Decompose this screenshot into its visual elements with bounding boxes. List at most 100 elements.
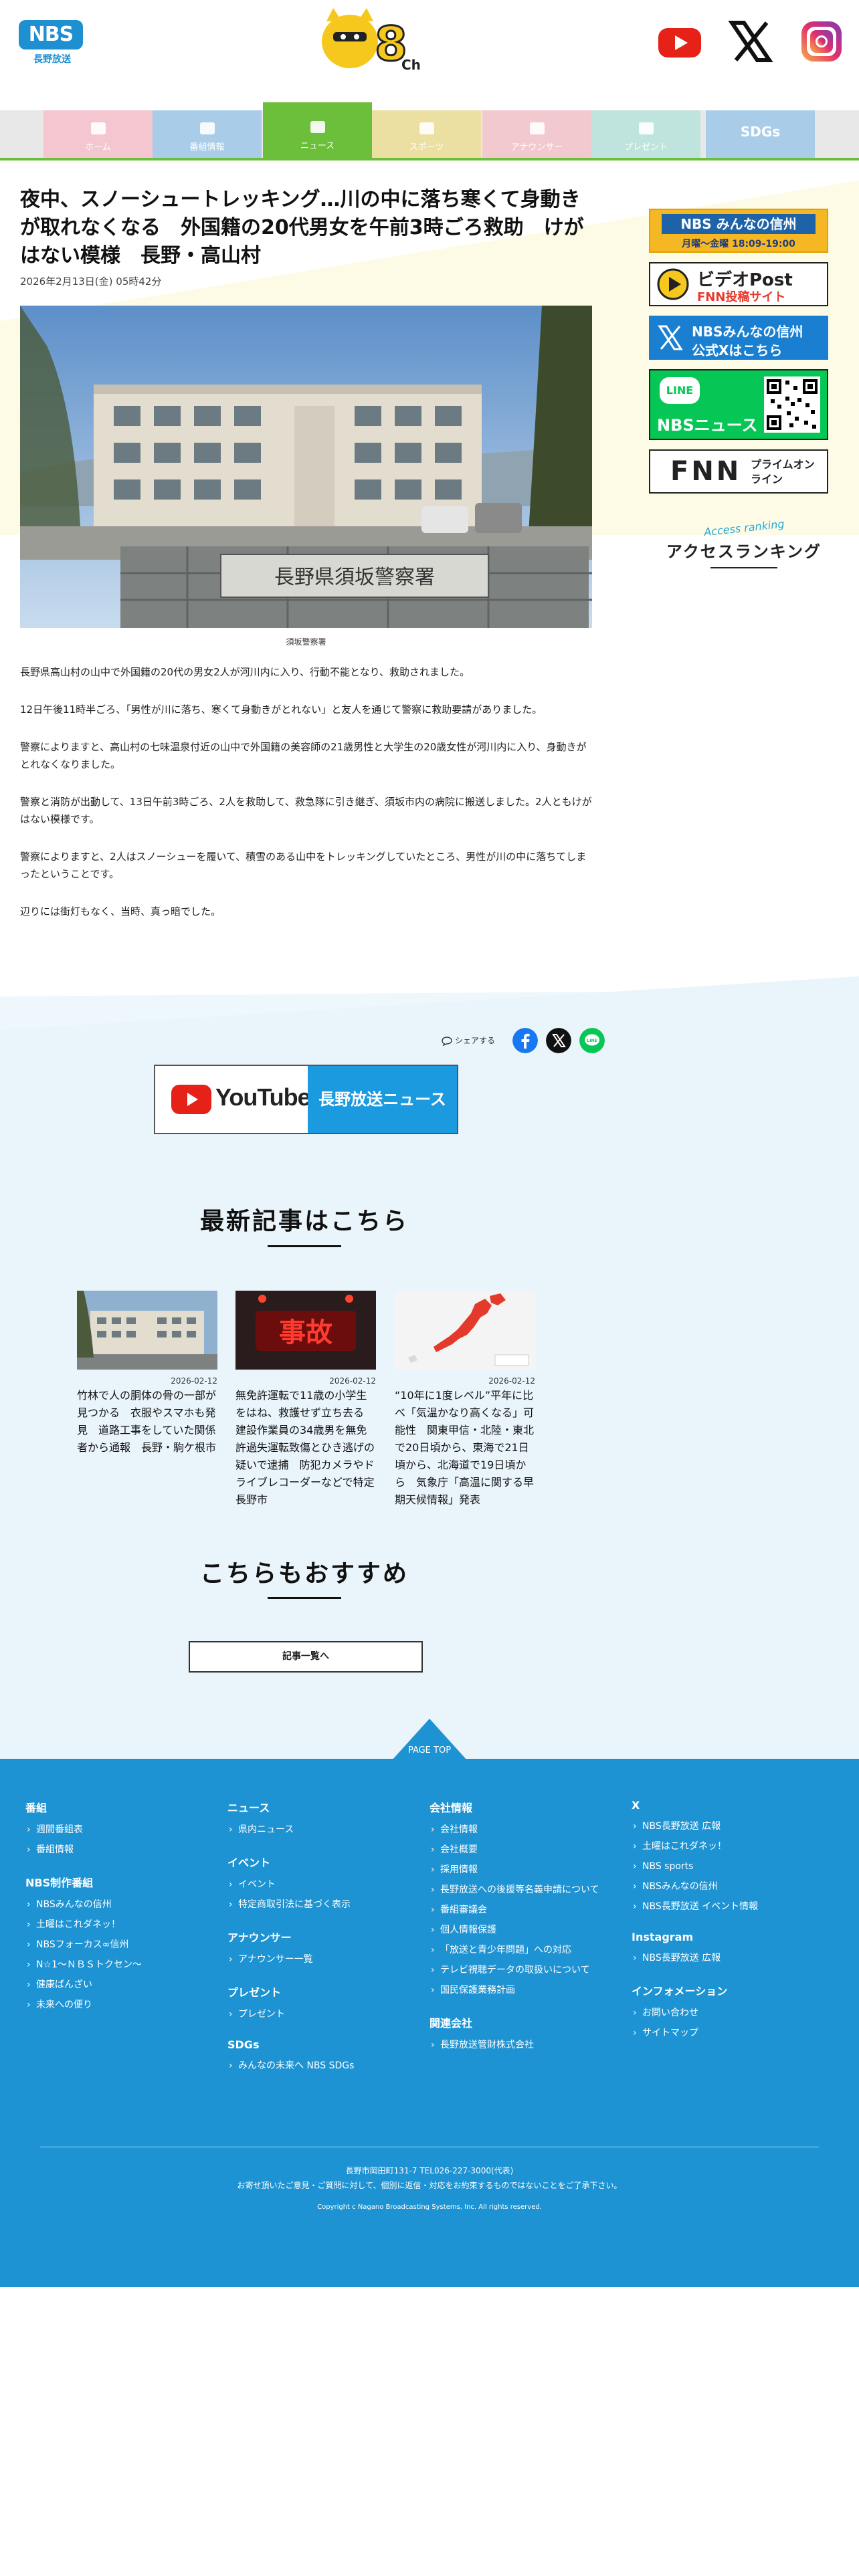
footer-heading[interactable]: ニュース	[227, 1799, 415, 1815]
logo-subtitle: 長野放送	[33, 54, 71, 65]
footer-link[interactable]: テレビ視聴データの取扱いについて	[430, 1963, 617, 1977]
footer-heading[interactable]: Instagram	[632, 1931, 819, 1943]
footer-link[interactable]: アナウンサー一覧	[227, 1953, 415, 1966]
share-bar: シェアする LINE	[442, 1028, 609, 1055]
footer-link[interactable]: 県内ニュース	[227, 1823, 415, 1836]
article-photo: 長野県須坂警察署	[20, 306, 592, 628]
announcer-icon	[527, 120, 547, 137]
nav-item[interactable]: スポーツ	[372, 110, 481, 158]
footer-col-3: 会社情報会社情報会社概要採用情報長野放送への後援等名義申請について番組審議会個人…	[430, 1799, 617, 2058]
latest-card[interactable]: 2026-02-12 “10年に1度レベル”平年に比べ「気温かなり高くなる」可能…	[395, 1291, 535, 1509]
latest-card[interactable]: 2026-02-12 竹林で人の胴体の骨の一部が見つかる 衣服やスマホも発見 道…	[77, 1291, 217, 1457]
address-text: 長野市岡田町131-7 TEL026-227-3000(代表)	[345, 2166, 514, 2175]
main-nav: ホーム 番組情報 ニュース スポーツ アナウンサー プレゼント SDGs	[0, 102, 859, 160]
footer-link[interactable]: 土曜はこれダネッ！	[632, 1840, 819, 1853]
footer-heading[interactable]: インフォメーション	[632, 1982, 819, 1998]
nav-item-label: ニュース	[300, 141, 335, 151]
footer-link[interactable]: 土曜はこれダネッ！	[25, 1918, 213, 1931]
footer-link[interactable]: 会社情報	[430, 1823, 617, 1836]
banner-minna-no-shinshu[interactable]: NBS みんなの信州 月曜～金曜 18:09-19:00	[649, 209, 828, 253]
footer-link[interactable]: 長野放送管財株式会社	[430, 2038, 617, 2052]
nav-item[interactable]: アナウンサー	[482, 110, 591, 158]
svg-text:LINE: LINE	[587, 1039, 597, 1043]
8ch-mascot-logo[interactable]: 8 Ch	[313, 8, 420, 72]
x-icon[interactable]	[727, 20, 775, 63]
article-list-button[interactable]: 記事一覧へ	[189, 1641, 423, 1673]
card-date: 2026-02-12	[488, 1376, 535, 1386]
footer-heading[interactable]: NBS制作番組	[25, 1874, 213, 1890]
nbs-logo[interactable]: NBS 長野放送	[19, 20, 86, 65]
sports-icon	[417, 120, 437, 137]
footer-link[interactable]: 未来への便り	[25, 1998, 213, 2012]
footer-link[interactable]: NBS sports	[632, 1860, 819, 1873]
banner-line2: 月曜～金曜 18:09-19:00	[682, 239, 795, 249]
footer-link[interactable]: 週間番組表	[25, 1823, 213, 1836]
footer-link[interactable]: 長野放送への後援等名義申請について	[430, 1883, 617, 1897]
banner-line2: NBSニュース	[657, 416, 758, 435]
footer-link[interactable]: プレゼント	[227, 2008, 415, 2021]
line-logo: LINE	[660, 377, 700, 404]
footer-heading[interactable]: 番組	[25, 1799, 213, 1815]
x-share-icon[interactable]	[546, 1028, 571, 1053]
instagram-icon[interactable]	[797, 20, 846, 63]
footer-link[interactable]: イベント	[227, 1878, 415, 1891]
line-share-icon[interactable]: LINE	[579, 1028, 605, 1053]
nav-item[interactable]: プレゼント	[591, 110, 700, 158]
nav-item[interactable]: ホーム	[43, 110, 153, 158]
tv-icon	[197, 120, 217, 137]
footer-link[interactable]: NBSみんなの信州	[25, 1898, 213, 1911]
banner-fnn-prime[interactable]: FNN プライムオンライン	[649, 449, 828, 494]
nav-item[interactable]: ニュース	[263, 102, 372, 158]
footer-link[interactable]: NBS長野放送 広報	[632, 1951, 819, 1965]
footer-link[interactable]: NBS長野放送 イベント情報	[632, 1900, 819, 1913]
footer-heading[interactable]: プレゼント	[227, 1983, 415, 2000]
qr-code	[764, 377, 820, 433]
banner-line2: FNN投稿サイト	[697, 290, 786, 304]
page-top-label: PAGE TOP	[407, 1745, 452, 1755]
page-top-button[interactable]: PAGE TOP	[392, 1719, 467, 1760]
footer-link[interactable]: サイトマップ	[632, 2026, 819, 2040]
latest-card[interactable]: 事故 2026-02-12 無免許運転で11歳の小学生をはね、救護せず立ち去る …	[235, 1291, 385, 1509]
nav-item[interactable]: 番組情報	[153, 110, 262, 158]
banner-video-post[interactable]: ビデオPost FNN投稿サイト	[649, 262, 828, 306]
banner-line-nbs-news[interactable]: LINE NBSニュース	[649, 369, 828, 440]
svg-text:事故: 事故	[279, 1317, 332, 1348]
footer-col-2: ニュース県内ニュースイベントイベント特定商取引法に基づく表示アナウンサーアナウン…	[227, 1799, 415, 2079]
footer-link[interactable]: NBSみんなの信州	[632, 1880, 819, 1893]
footer-link[interactable]: 採用情報	[430, 1863, 617, 1876]
facebook-share-icon[interactable]	[512, 1028, 538, 1053]
nav-item-label: 番組情報	[189, 142, 225, 152]
footer-link[interactable]: NBSフォーカス∞信州	[25, 1938, 213, 1951]
footer-link[interactable]: 番組情報	[25, 1843, 213, 1856]
footer-link[interactable]: お問い合わせ	[632, 2006, 819, 2020]
banner-line1: FNN	[670, 456, 742, 487]
footer-link[interactable]: 国民保護業務計画	[430, 1983, 617, 1997]
nav-item-label: ホーム	[85, 142, 111, 152]
footer-link[interactable]: N☆1～ＮＢＳトクセン～	[25, 1958, 213, 1971]
footer-link[interactable]: 特定商取引法に基づく表示	[227, 1898, 415, 1911]
footer-heading[interactable]: SDGs	[227, 2038, 415, 2051]
recommend-heading: こちらもおすすめ	[199, 1560, 409, 1588]
footer-link[interactable]: 会社概要	[430, 1843, 617, 1856]
youtube-icon[interactable]	[656, 20, 704, 63]
nav-item[interactable]: SDGs	[706, 110, 815, 158]
banner-x-official[interactable]: NBSみんなの信州 公式Xはこちら	[649, 316, 828, 360]
footer-heading[interactable]: アナウンサー	[227, 1929, 415, 1945]
photo-caption: 須坂警察署	[286, 637, 326, 647]
footer-heading[interactable]: イベント	[227, 1854, 415, 1870]
youtube-news-label: 長野放送ニュース	[308, 1066, 457, 1133]
youtube-news-banner[interactable]: YouTube 長野放送ニュース	[154, 1065, 458, 1134]
logo-mark: NBS	[19, 20, 83, 49]
latest-underline	[268, 1245, 341, 1247]
footer-heading[interactable]: 会社情報	[430, 1799, 617, 1815]
footer-link[interactable]: 番組審議会	[430, 1903, 617, 1917]
sidebar: NBS みんなの信州 月曜～金曜 18:09-19:00 ビデオPost FNN…	[649, 209, 850, 503]
footer-link[interactable]: 個人情報保護	[430, 1923, 617, 1937]
footer-heading[interactable]: 関連会社	[430, 2014, 617, 2030]
article-title: 夜中、スノーシュートレッキング…川の中に落ち寒くて身動きが取れなくなる 外国籍の…	[20, 188, 584, 267]
footer-link[interactable]: NBS長野放送 広報	[632, 1820, 819, 1833]
footer-heading[interactable]: X	[632, 1799, 819, 1812]
footer-link[interactable]: 健康ばんざい	[25, 1978, 213, 1992]
footer-link[interactable]: 「放送と青少年問題」への対応	[430, 1943, 617, 1957]
footer-link[interactable]: みんなの未来へ NBS SDGs	[227, 2059, 415, 2072]
